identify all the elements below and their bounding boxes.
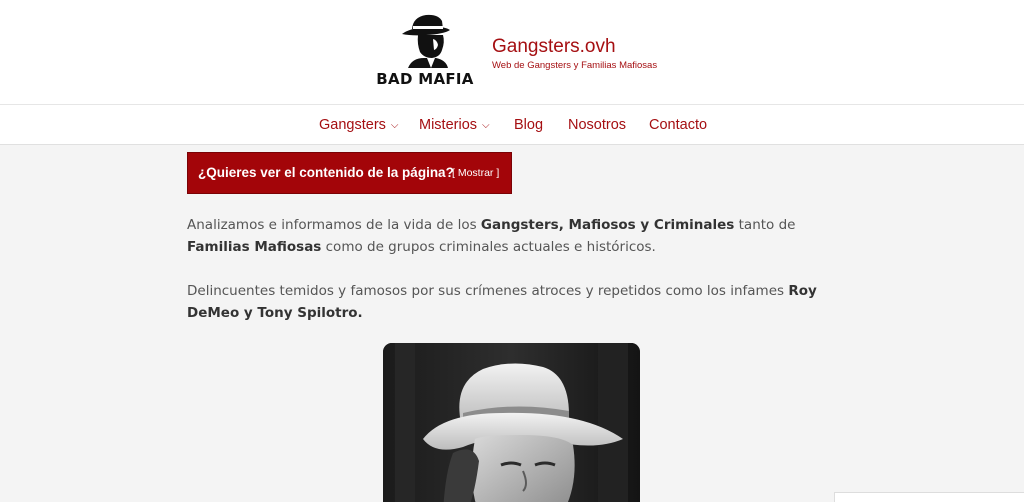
intro-highlight: Gangsters, Mafiosos y Criminales	[480, 217, 735, 233]
intro-text: como de grupos criminales actuales e his…	[321, 239, 656, 255]
site-title[interactable]: Gangsters.ovh	[492, 36, 616, 58]
nav-item-label: Misterios	[419, 117, 478, 133]
nav-item-label: Nosotros	[568, 117, 627, 133]
nav-item-gangsters[interactable]: Gangsters ⌵	[319, 117, 399, 133]
corner-widget[interactable]	[834, 492, 1024, 502]
site-logo[interactable]: BAD MAFIA	[372, 12, 478, 94]
intro-text: tanto de	[734, 217, 796, 233]
nav-item-label: Blog	[514, 117, 544, 133]
criminals-text: Delincuentes temidos y famosos por sus c…	[187, 283, 789, 299]
content-spoiler: ¿Quieres ver el contenido de la página? …	[187, 152, 512, 194]
gangster-silhouette-icon	[402, 14, 450, 68]
intro-highlight: Familias Mafiosas	[187, 239, 322, 255]
show-content-button[interactable]: [ Mostrar ]	[452, 167, 499, 179]
nav-item-misterios[interactable]: Misterios ⌵	[419, 117, 490, 133]
chevron-down-icon: ⌵	[390, 120, 399, 131]
site-description: Web de Gangsters y Familias Mafiosas	[492, 60, 658, 71]
nav-item-label: Gangsters	[319, 117, 386, 133]
nav-item-label: Contacto	[649, 117, 708, 133]
main-navigation: Gangsters ⌵ Misterios ⌵ Blog Nosotros Cont…	[0, 104, 1024, 145]
intro-text: Analizamos e informamos de la vida de lo…	[187, 217, 481, 233]
nav-item-blog[interactable]: Blog	[514, 117, 543, 133]
logo-text: BAD MAFIA	[376, 70, 474, 88]
nav-item-contacto[interactable]: Contacto	[649, 117, 707, 133]
gangster-photo	[383, 343, 640, 502]
intro-paragraph: Analizamos e informamos de la vida de lo…	[187, 214, 837, 258]
site-header: BAD MAFIA Gangsters.ovh Web de Gangsters…	[0, 0, 1024, 104]
chevron-down-icon: ⌵	[482, 120, 490, 131]
criminals-paragraph: Delincuentes temidos y famosos por sus c…	[187, 280, 837, 324]
spoiler-question: ¿Quieres ver el contenido de la página?	[198, 165, 454, 180]
nav-item-nosotros[interactable]: Nosotros	[568, 117, 626, 133]
